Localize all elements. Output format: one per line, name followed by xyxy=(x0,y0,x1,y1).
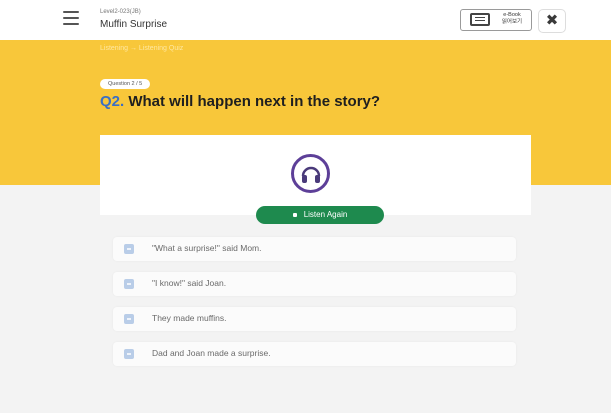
answer-option-1[interactable]: "What a surprise!" said Mom. xyxy=(113,237,516,261)
app-frame: Level2-023(JB) Muffin Surprise e-Book 읽어… xyxy=(0,0,611,413)
play-audio-button[interactable] xyxy=(291,154,330,193)
ebook-label-line1: e-Book xyxy=(503,12,521,18)
answer-option-text: "I know!" said Joan. xyxy=(152,278,227,288)
listen-again-button[interactable]: Listen Again xyxy=(256,206,384,224)
hamburger-menu-icon[interactable] xyxy=(63,11,79,25)
option-marker-icon xyxy=(124,244,134,254)
ebook-button[interactable]: e-Book 읽어보기 xyxy=(460,9,532,31)
breadcrumb: Listening → Listening Quiz xyxy=(100,45,184,52)
answer-option-3[interactable]: They made muffins. xyxy=(113,307,516,331)
headphones-icon xyxy=(301,166,321,183)
option-marker-icon xyxy=(124,314,134,324)
answer-option-text: They made muffins. xyxy=(152,313,227,323)
answer-option-2[interactable]: "I know!" said Joan. xyxy=(113,272,516,296)
speaker-icon xyxy=(292,212,297,217)
answer-option-text: Dad and Joan made a surprise. xyxy=(152,348,271,358)
question-title: Q2. What will happen next in the story? xyxy=(100,93,380,110)
close-icon: ✖ xyxy=(545,12,559,29)
question-number: Q2. xyxy=(100,93,125,110)
ebook-label-line2: 읽어보기 xyxy=(501,19,523,25)
answer-option-text: "What a surprise!" said Mom. xyxy=(152,243,262,253)
listen-again-label: Listen Again xyxy=(303,210,348,219)
book-title: Muffin Surprise xyxy=(100,19,168,30)
top-header: Level2-023(JB) Muffin Surprise e-Book 읽어… xyxy=(0,0,611,41)
close-button[interactable]: ✖ xyxy=(538,9,566,33)
monitor-icon xyxy=(470,13,490,26)
question-text: What will happen next in the story? xyxy=(128,93,381,110)
question-counter-badge: Question 2 / 5 xyxy=(100,79,151,89)
option-marker-icon xyxy=(124,279,134,289)
option-marker-icon xyxy=(124,349,134,359)
level-label: Level2-023(JB) xyxy=(100,9,141,15)
ebook-button-label: e-Book 읽어보기 xyxy=(495,12,529,26)
answer-option-4[interactable]: Dad and Joan made a surprise. xyxy=(113,342,516,366)
